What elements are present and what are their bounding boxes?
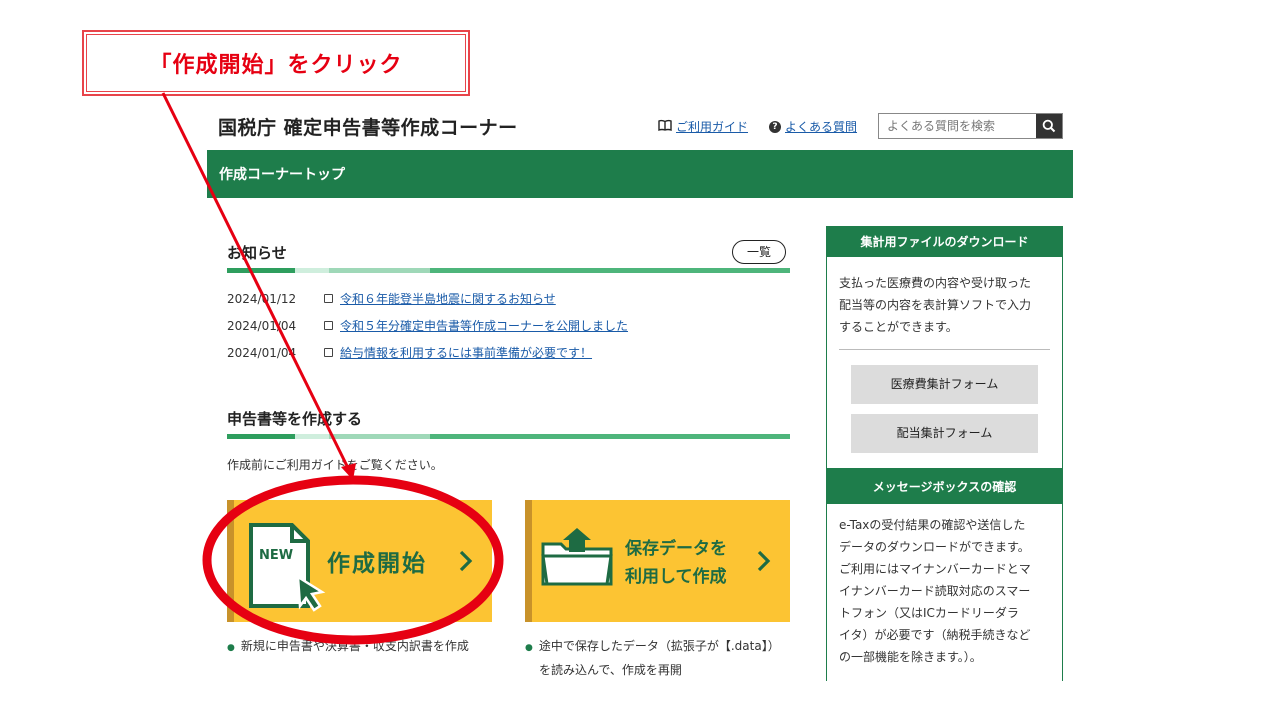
search-icon [1042, 119, 1056, 133]
notice-item[interactable]: 2024/01/04 給与情報を利用するには事前準備が必要です！ [227, 344, 592, 361]
text-line: 支払った医療費の内容や受け取った [839, 276, 1032, 290]
callout-text: 「作成開始」をクリック [149, 53, 403, 78]
text-line: データのダウンロードができます。 [839, 540, 1030, 554]
notice-link[interactable]: 給与情報を利用するには事前準備が必要です！ [340, 344, 592, 361]
notice-date: 2024/01/04 [227, 345, 297, 360]
notices-title: お知らせ [227, 244, 287, 262]
text-line: イタ）が必要です（納税手続きなど [839, 628, 1031, 642]
new-icon-text: NEW [259, 548, 294, 563]
text-line: の一部機能を除きます。）。 [839, 650, 982, 664]
dividend-form-button[interactable]: 配当集計フォーム [851, 414, 1038, 453]
text-line: トフォン（又はICカードリーダラ [839, 606, 1019, 620]
resume-label-line1: 保存データを [625, 539, 727, 559]
notice-link[interactable]: 令和５年分確定申告書等作成コーナーを公開しました [340, 317, 628, 334]
site-title: 国税庁 確定申告書等作成コーナー [218, 117, 518, 139]
guide-link[interactable]: ご利用ガイド [676, 118, 748, 135]
chevron-right-icon [757, 550, 771, 572]
notice-date: 2024/01/04 [227, 318, 297, 333]
nav-bar: 作成コーナートップ [207, 150, 1073, 198]
notices-divider [227, 268, 790, 273]
window-icon [324, 321, 333, 330]
bullet-icon: ● [227, 643, 235, 653]
medical-form-button[interactable]: 医療費集計フォーム [851, 365, 1038, 404]
notice-item[interactable]: 2024/01/12 令和６年能登半島地震に関するお知らせ [227, 290, 556, 307]
search-box [878, 113, 1063, 139]
text-line: e-Taxの受付結果の確認や送信した [839, 518, 1026, 532]
notice-item[interactable]: 2024/01/04 令和５年分確定申告書等作成コーナーを公開しました [227, 317, 628, 334]
folder-upload-icon [541, 528, 613, 586]
start-create-label: 作成開始 [327, 551, 427, 577]
start-create-button[interactable]: NEW 作成開始 [227, 500, 492, 622]
download-panel-text: 支払った医療費の内容や受け取った 配当等の内容を表計算ソフトで入力 することがで… [827, 257, 1062, 338]
guide-link-wrap[interactable]: ご利用ガイド [658, 118, 748, 135]
nav-title[interactable]: 作成コーナートップ [219, 164, 345, 184]
bullet-icon: ● [525, 643, 533, 653]
chevron-right-icon [459, 550, 473, 572]
download-panel-title: 集計用ファイルのダウンロード [827, 227, 1062, 257]
notice-link[interactable]: 令和６年能登半島地震に関するお知らせ [340, 290, 556, 307]
messagebox-panel: メッセージボックスの確認 e-Taxの受付結果の確認や送信した データのダウンロ… [826, 469, 1063, 681]
notice-date: 2024/01/12 [227, 291, 297, 306]
faq-link-wrap[interactable]: ? よくある質問 [769, 118, 857, 135]
messagebox-panel-text: e-Taxの受付結果の確認や送信した データのダウンロードができます。 ご利用に… [827, 504, 1062, 668]
resume-note-line2: を読み込んで、作成を再開 [539, 663, 682, 677]
start-note-text: 新規に申告書や決算書・収支内訳書を作成 [240, 639, 469, 653]
start-note: ● 新規に申告書や決算書・収支内訳書を作成 [227, 635, 469, 659]
download-panel: 集計用ファイルのダウンロード 支払った医療費の内容や受け取った 配当等の内容を表… [826, 226, 1063, 469]
text-line: ご利用にはマイナンバーカードとマ [839, 562, 1031, 576]
create-title: 申告書等を作成する [227, 410, 363, 428]
search-input[interactable] [879, 114, 1035, 138]
faq-link[interactable]: よくある質問 [785, 118, 857, 135]
new-document-icon [249, 523, 326, 612]
resume-saved-data-button[interactable]: 保存データを 利用して作成 [525, 500, 790, 622]
search-button[interactable] [1036, 114, 1062, 138]
messagebox-panel-title[interactable]: メッセージボックスの確認 [827, 470, 1062, 504]
card-edge [525, 500, 532, 622]
notices-list-button[interactable]: 一覧 [732, 240, 786, 264]
window-icon [324, 294, 333, 303]
instruction-callout: 「作成開始」をクリック [82, 30, 470, 96]
resume-note-line1: 途中で保存したデータ（拡張子が【.data】） [538, 639, 780, 653]
text-line: 配当等の内容を表計算ソフトで入力 [839, 298, 1032, 312]
divider [839, 349, 1050, 350]
text-line: イナンバーカード読取対応のスマー [839, 584, 1031, 598]
card-edge [227, 500, 234, 622]
resume-label-line2: 利用して作成 [625, 567, 727, 587]
resume-note: ● 途中で保存したデータ（拡張子が【.data】） を読み込んで、作成を再開 [525, 635, 780, 681]
create-guide-text: 作成前にご利用ガイドをご覧ください。 [227, 458, 443, 472]
text-line: することができます。 [839, 320, 958, 334]
window-icon [324, 348, 333, 357]
create-divider [227, 434, 790, 439]
question-icon: ? [769, 120, 781, 133]
book-icon [658, 119, 672, 134]
